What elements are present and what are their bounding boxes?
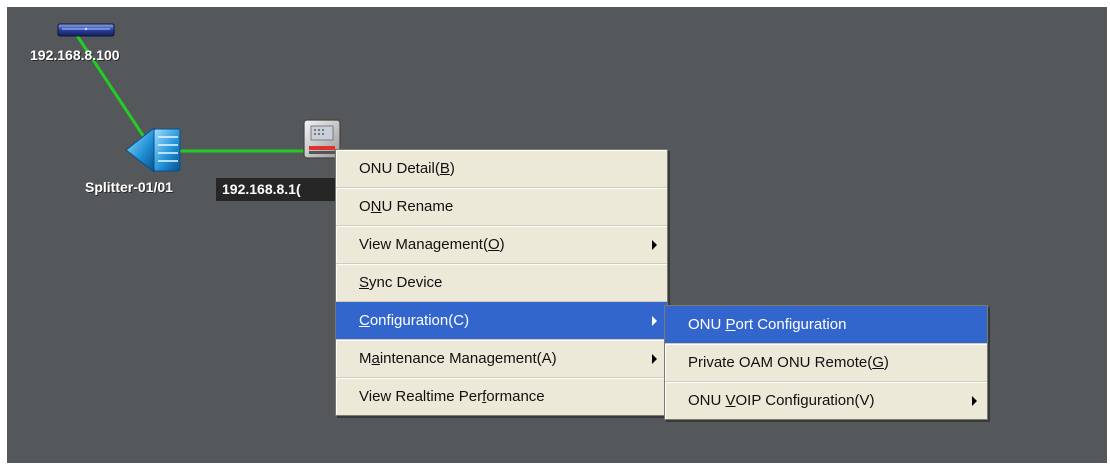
accelerator-key: C [359, 312, 370, 329]
submenu-arrow-icon [652, 240, 657, 250]
splitter-icon [125, 126, 181, 174]
accelerator-key: G [872, 354, 884, 371]
label-text: ) [883, 354, 889, 371]
context-menu-item-3[interactable]: Sync Device [336, 264, 667, 302]
context-menu-item-5[interactable]: Maintenance Management(A) [336, 340, 667, 378]
submenu-arrow-icon [652, 354, 657, 364]
label-text: ort Configuration [735, 316, 847, 333]
context-menu-item-2[interactable]: View Management(O) [336, 226, 667, 264]
context-menu-item-label: View Realtime Performance [359, 388, 545, 405]
label-text: ONU [688, 392, 726, 409]
accelerator-key: a [371, 350, 380, 367]
submenu-item-1[interactable]: Private OAM ONU Remote(G) [665, 344, 987, 382]
label-text: ONU Detail( [359, 160, 440, 177]
accelerator-key: O [487, 236, 500, 253]
label-text: ONU [688, 316, 726, 333]
label-text: ync Device [369, 274, 443, 291]
accelerator-key: S [359, 274, 370, 291]
configuration-submenu: ONU Port Configuration Private OAM ONU Re… [664, 305, 988, 420]
context-menu-item-label: Maintenance Management(A) [359, 350, 557, 367]
submenu-item-label: Private OAM ONU Remote(G) [688, 354, 889, 371]
context-menu-item-1[interactable]: ONU Rename [336, 188, 667, 226]
context-menu-item-6[interactable]: View Realtime Performance [336, 378, 667, 415]
submenu-arrow-icon [652, 316, 657, 326]
submenu-item-label: ONU VOIP Configuration(V) [688, 392, 874, 409]
context-menu-item-label: Sync Device [359, 274, 442, 291]
context-menu-item-label: Configuration(C) [359, 312, 469, 329]
label-text: View Realtime Per [359, 388, 483, 405]
label-text: Private OAM ONU Remote( [688, 354, 873, 371]
onu-label: 192.168.8.1( [216, 178, 343, 201]
submenu-item-0[interactable]: ONU Port Configuration [665, 306, 987, 344]
splitter-label: Splitter-01/01 [85, 179, 173, 195]
label-text: onfiguration(C) [369, 312, 470, 329]
accelerator-key: V [725, 392, 736, 409]
label-text: M [359, 350, 372, 367]
label-text: O [359, 198, 371, 215]
submenu-item-2[interactable]: ONU VOIP Configuration(V) [665, 382, 987, 419]
accelerator-key: N [370, 198, 382, 215]
context-menu-item-0[interactable]: ONU Detail(B) [336, 150, 667, 188]
topology-canvas[interactable]: 192.168.8.100 Splitter-01/01 192.168.8.1… [7, 7, 1107, 463]
accelerator-key: P [725, 316, 736, 333]
splitter-device[interactable] [124, 125, 182, 175]
label-text: View Management( [359, 236, 488, 253]
context-menu-item-label: View Management(O) [359, 236, 505, 253]
context-menu-item-label: ONU Rename [359, 198, 453, 215]
context-menu: ONU Detail(B) ONU Rename View Management(O… [335, 149, 668, 416]
context-menu-item-label: ONU Detail(B) [359, 160, 455, 177]
label-text: U Rename [381, 198, 454, 215]
label-text: ) [499, 236, 505, 253]
submenu-arrow-icon [972, 396, 977, 406]
label-text: ormance [486, 388, 545, 405]
label-text: ) [449, 160, 455, 177]
label-text: OIP Configuration(V) [735, 392, 875, 409]
accelerator-key: B [439, 160, 450, 177]
label-text: intenance Management(A) [379, 350, 557, 367]
submenu-item-label: ONU Port Configuration [688, 316, 846, 333]
context-menu-item-4[interactable]: Configuration(C) [336, 302, 667, 340]
olt-label: 192.168.8.100 [30, 47, 120, 63]
olt-device[interactable] [57, 21, 115, 39]
olt-device-icon [57, 23, 115, 37]
